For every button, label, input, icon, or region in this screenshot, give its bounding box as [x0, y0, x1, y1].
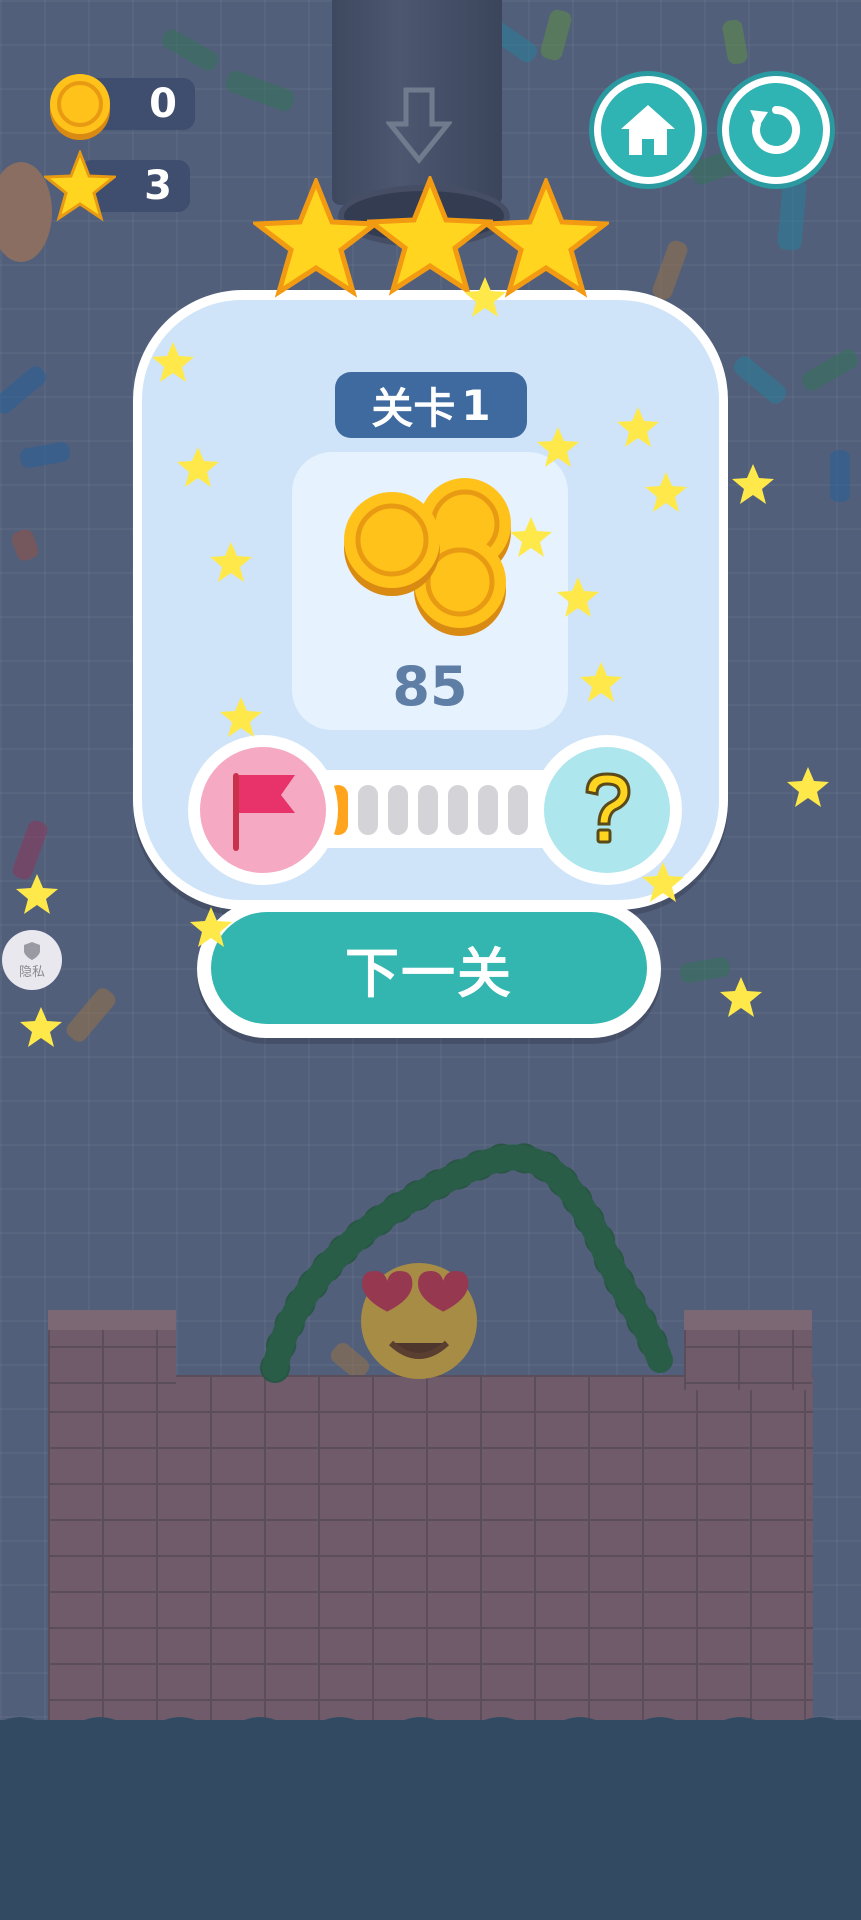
- sparkle-star-icon: [464, 277, 506, 317]
- home-icon: [621, 105, 675, 155]
- progress-segment: [508, 785, 528, 835]
- restart-button[interactable]: [722, 76, 830, 184]
- progress-segment: [448, 785, 468, 835]
- level-label: 关卡: [371, 383, 456, 433]
- sparkle-star-icon: [510, 517, 552, 557]
- progress-start: [188, 735, 338, 885]
- star-icon: [44, 150, 116, 222]
- progress-segment: [478, 785, 498, 835]
- question-mark-icon: [585, 772, 631, 844]
- next-level-button[interactable]: 下一关: [211, 912, 647, 1024]
- progress-segment: [358, 785, 378, 835]
- sparkle-star-icon: [787, 767, 829, 807]
- rating-star-1: [253, 178, 379, 298]
- privacy-button[interactable]: 隐私: [2, 930, 62, 990]
- shield-icon: [24, 941, 40, 960]
- restart-icon: [750, 105, 801, 154]
- sparkle-star-icon: [557, 577, 599, 617]
- sparkle-star-icon: [617, 407, 659, 447]
- sparkle-star-icon: [220, 697, 262, 737]
- sparkle-star-icon: [537, 427, 579, 467]
- sparkle-star-icon: [152, 342, 194, 382]
- home-button[interactable]: [594, 76, 702, 184]
- game-screen: 0 3 隐私 关卡 1 85 下一关: [0, 0, 861, 1920]
- sparkle-star-icon: [720, 977, 762, 1017]
- coin-stack-icon: [344, 478, 511, 636]
- coin-icon: [50, 74, 110, 140]
- sparkle-star-icon: [645, 472, 687, 512]
- water: [0, 1720, 861, 1920]
- sparkle-star-icon: [16, 874, 58, 914]
- sparkle-star-icon: [642, 862, 684, 902]
- sparkle-star-icon: [580, 662, 622, 702]
- star-count: 3: [144, 163, 172, 209]
- progress-segment: [418, 785, 438, 835]
- sparkle-star-icon: [190, 907, 232, 947]
- sparkle-star-icon: [210, 542, 252, 582]
- coin-count: 0: [149, 81, 177, 127]
- flag-icon: [233, 773, 295, 851]
- progress-segment: [388, 785, 408, 835]
- sparkle-star-icon: [732, 464, 774, 504]
- sparkle-star-icon: [177, 447, 219, 487]
- next-level-label: 下一关: [345, 941, 513, 1005]
- privacy-label: 隐私: [18, 964, 45, 980]
- level-number: 1: [461, 380, 491, 430]
- level-badge: 关卡 1: [335, 372, 527, 438]
- sparkle-star-icon: [20, 1007, 62, 1047]
- reward-amount: 85: [392, 655, 468, 718]
